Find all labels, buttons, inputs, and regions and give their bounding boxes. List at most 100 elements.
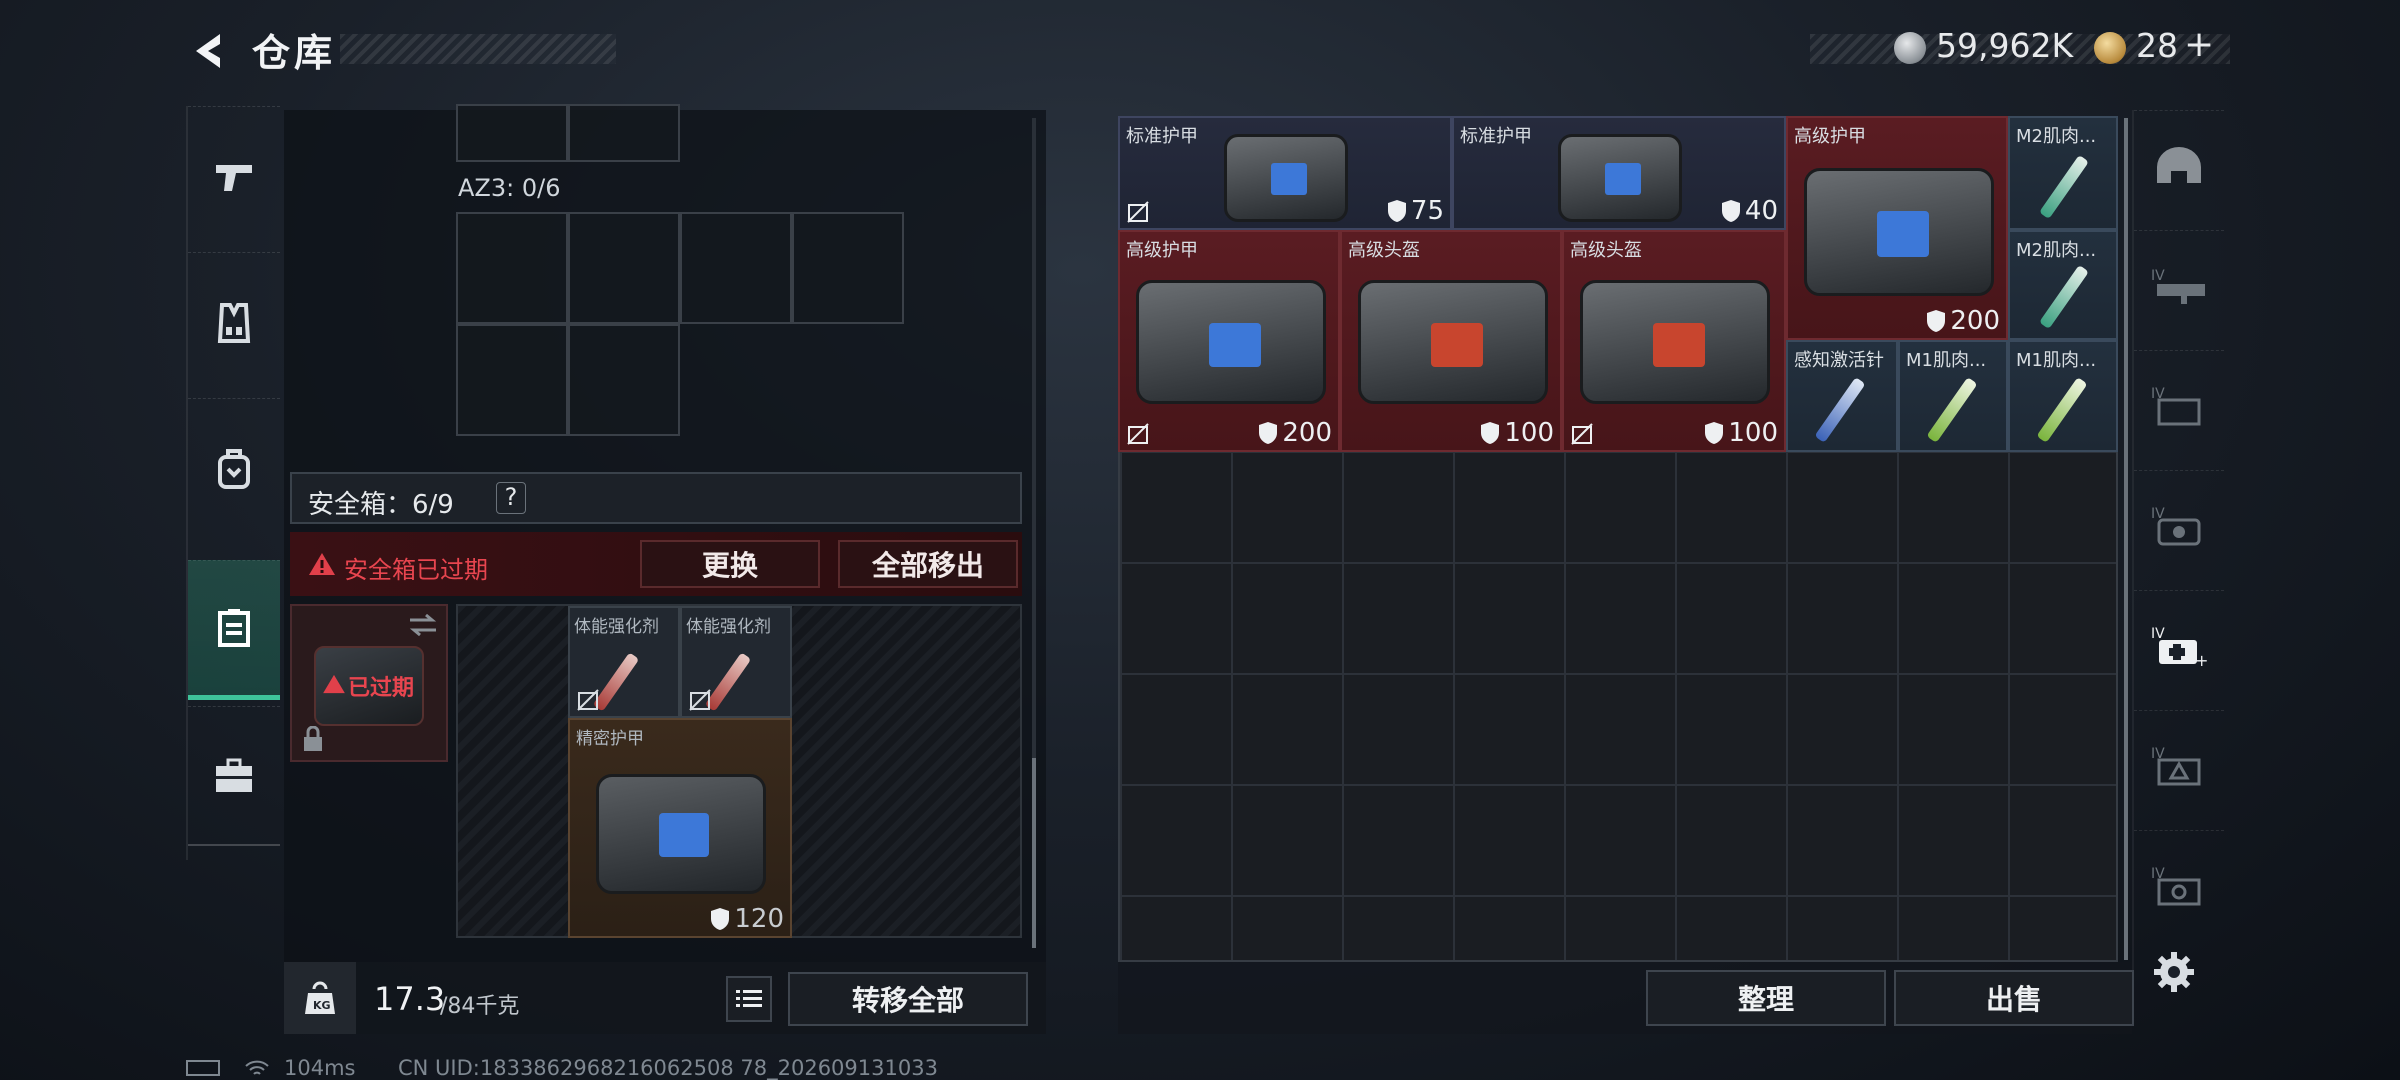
armor-image [1804, 168, 1994, 296]
storage-item[interactable]: 高级头盔 100 [1340, 230, 1562, 452]
tool-icon: IV [2151, 746, 2201, 785]
item-name: 高级护甲 [1794, 126, 1866, 147]
no-bag-icon [1127, 201, 1149, 223]
nav-pistol[interactable] [188, 106, 280, 246]
storage-item[interactable]: M2肌肉... [2008, 116, 2118, 230]
expired-warning-text: 安全箱已过期 [344, 556, 488, 584]
shield-icon [711, 908, 730, 930]
storage-item[interactable]: 高级护甲 200 [1118, 230, 1340, 452]
storage-scrollbar[interactable] [2124, 118, 2128, 960]
storage-item[interactable]: M1肌肉... [2008, 340, 2118, 452]
weight-value: 17.3 [374, 980, 446, 1018]
az-capacity-label: AZ3: 0/6 [458, 174, 561, 202]
expired-warning-bar: 安全箱已过期 更换 全部移出 [290, 532, 1022, 596]
tab-ammo[interactable]: IV [2134, 350, 2224, 460]
storage-item[interactable]: 高级护甲 200 [1786, 116, 2008, 340]
gold-currency-value: 28 [2136, 26, 2178, 65]
shield-icon [1705, 422, 1724, 444]
storage-item[interactable]: 感知激活针 [1786, 340, 1898, 452]
safebox-item[interactable]: 精密护甲 120 [568, 718, 792, 938]
tab-gear[interactable]: IV [2134, 470, 2224, 580]
durability: 200 [1926, 306, 2000, 336]
silver-currency-value: 59,962K [1936, 26, 2074, 65]
syringe-image [2039, 154, 2089, 220]
helmet-icon [2157, 146, 2201, 183]
silver-coin-icon [1894, 32, 1926, 64]
az-slot[interactable] [568, 212, 680, 324]
syringe-image [2039, 264, 2089, 330]
no-bag-icon [1127, 423, 1149, 445]
storage-tabs: IV IV IV IV + IV IV [2132, 110, 2224, 970]
az-slot[interactable] [568, 324, 680, 436]
weight-icon: KG [305, 981, 335, 1014]
no-bag-icon [689, 689, 711, 711]
page-title: 仓库 [252, 31, 337, 75]
briefcase-icon [216, 758, 252, 792]
item-name: 体能强化剂 [686, 617, 771, 637]
title-stripe [340, 34, 616, 64]
item-name: 标准护甲 [1126, 126, 1198, 147]
armor-image [596, 774, 766, 894]
storage-item[interactable]: 高级头盔 100 [1562, 230, 1786, 452]
syringe-image [1926, 377, 1978, 443]
settings-icon [2154, 952, 2194, 992]
az-slot[interactable] [456, 212, 568, 324]
az-slot[interactable] [792, 212, 904, 324]
storage-item[interactable]: 标准护甲 40 [1452, 116, 1786, 230]
safebox-item[interactable]: 体能强化剂 [568, 606, 680, 718]
durability: 100 [1480, 418, 1554, 448]
vest-icon [217, 302, 251, 343]
tab-helmet[interactable] [2134, 110, 2224, 220]
slot-cell[interactable] [456, 104, 568, 162]
item-name: 高级护甲 [1126, 240, 1198, 261]
storage-item[interactable]: M1肌肉... [1898, 340, 2008, 452]
remove-all-button[interactable]: 全部移出 [838, 540, 1018, 588]
back-button[interactable] [186, 28, 232, 74]
gold-coin-icon [2094, 32, 2126, 64]
tab-rifle[interactable]: IV [2134, 230, 2224, 340]
item-name: M1肌肉... [1906, 350, 1987, 371]
storage-item[interactable]: 标准护甲 75 [1118, 116, 1452, 230]
az-slot[interactable] [680, 212, 792, 324]
svg-text:KG: KG [313, 999, 331, 1012]
durability: 100 [1704, 418, 1778, 448]
no-bag-icon [577, 689, 599, 711]
syringe-image [2036, 377, 2088, 443]
storage-item[interactable]: M2肌肉... [2008, 230, 2118, 340]
shield-icon [1927, 310, 1946, 332]
safebox-item[interactable]: 体能强化剂 [680, 606, 792, 718]
slot-cell[interactable] [568, 104, 680, 162]
safebox-header: 安全箱：6/9 ? [290, 472, 1022, 524]
gold-add-button[interactable]: + [2184, 24, 2214, 65]
helmet-image [1580, 280, 1770, 404]
sell-button[interactable]: 出售 [1894, 970, 2134, 1026]
nav-briefcase[interactable] [188, 706, 280, 846]
az-slot[interactable] [456, 324, 568, 436]
panel-scrollbar[interactable] [1032, 118, 1036, 948]
armor-image [1558, 134, 1682, 222]
nav-safebox[interactable] [188, 560, 280, 700]
tab-medkit[interactable]: IV + [2134, 590, 2224, 700]
swap-icon[interactable] [408, 614, 438, 636]
durability: 40 [1721, 196, 1778, 226]
syringe-image [1814, 377, 1866, 443]
transfer-all-button[interactable]: 转移全部 [788, 972, 1028, 1026]
safebox-item-tile[interactable]: 已过期 [290, 604, 448, 762]
item-name: M2肌肉... [2016, 240, 2097, 261]
nav-backpack[interactable] [188, 398, 280, 538]
sort-button[interactable]: 整理 [1646, 970, 1886, 1026]
tab-tool[interactable]: IV [2134, 710, 2224, 820]
settings-button[interactable] [2152, 950, 2202, 1000]
nav-vest[interactable] [188, 252, 280, 392]
weight-max: /84千克 [440, 994, 520, 1019]
tab-misc[interactable]: IV [2134, 830, 2224, 940]
item-name: 体能强化剂 [574, 617, 659, 637]
safebox-help-button[interactable]: ? [496, 482, 526, 514]
replace-button[interactable]: 更换 [640, 540, 820, 588]
ammo-icon: IV [2151, 386, 2201, 425]
list-view-button[interactable] [726, 976, 772, 1022]
svg-text:+: + [2195, 651, 2207, 668]
durability: 200 [1258, 418, 1332, 448]
category-nav [186, 106, 280, 860]
svg-text:IV: IV [2151, 626, 2165, 642]
